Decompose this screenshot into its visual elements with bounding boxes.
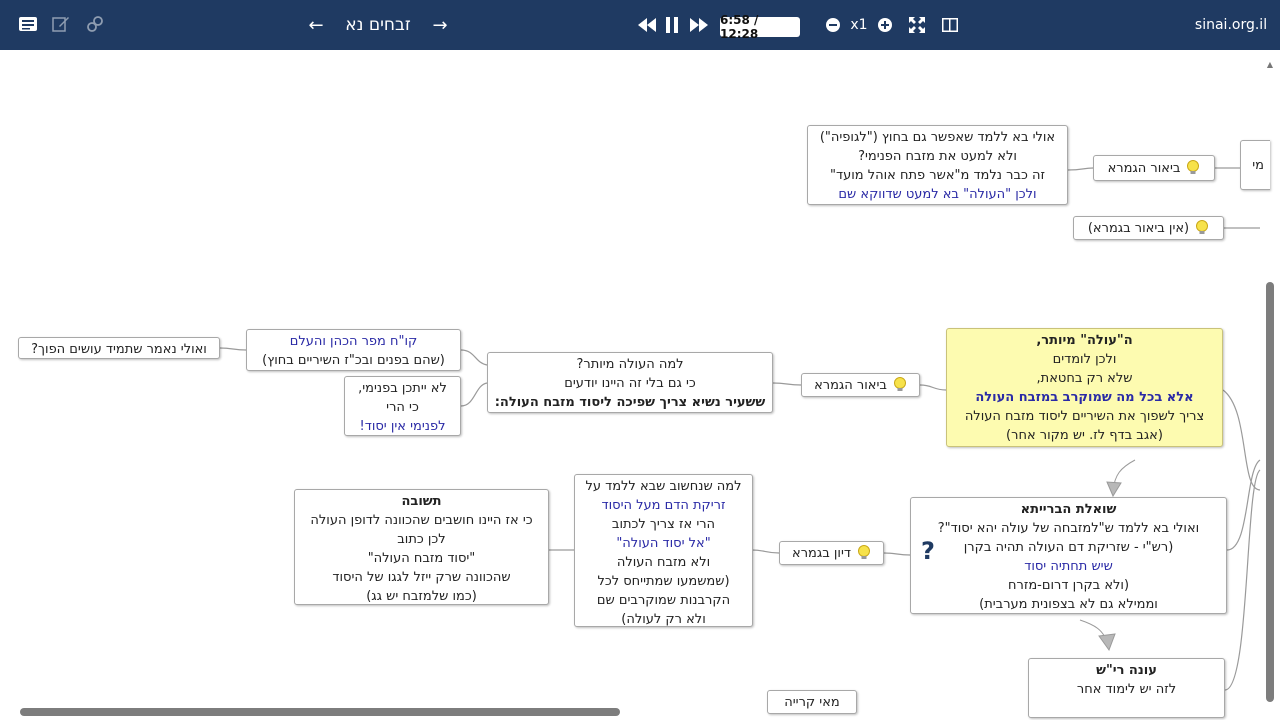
node-oulai-bachutz[interactable]: אולי בא ללמד שאפשר גם בחוץ ("לגופיה") ול… xyxy=(807,125,1068,205)
node-label: ביאור הגמרא xyxy=(1107,160,1181,176)
node-label: דיון בגמרא xyxy=(792,545,851,561)
horizontal-scrollbar[interactable] xyxy=(20,708,1260,716)
site-link[interactable]: sinai.org.il xyxy=(1195,14,1267,36)
lightbulb-icon xyxy=(1195,220,1209,236)
node-line: למה העולה מיותר? xyxy=(576,357,684,372)
node-teshuva[interactable]: תשובה כי אז היינו חושבים שהכוונה לדופן ה… xyxy=(294,489,549,605)
node-line: כי הרי xyxy=(386,400,419,415)
node-line: (שהם בפנים ובכ"ז השיריים בחוץ) xyxy=(262,353,445,368)
node-label: מי xyxy=(1252,157,1264,173)
scroll-up-icon[interactable]: ▲ xyxy=(1266,60,1274,70)
node-ein-biur[interactable]: (אין ביאור בגמרא) xyxy=(1073,216,1224,240)
node-label: ביאור הגמרא xyxy=(814,377,887,393)
node-line: שהכוונה שרק ייזל לגגו של היסוד xyxy=(332,570,511,585)
node-line: (שמשמעו שמתייחס לכל xyxy=(597,574,730,589)
node-line: וממילא גם לא בצפונית מערבית) xyxy=(979,597,1158,612)
node-line: זריקת הדם מעל היסוד xyxy=(601,498,726,513)
node-label: ואולי נאמר שתמיד עושים הפוך? xyxy=(31,342,207,357)
node-line: כי אז היינו חושבים שהכוונה לדופן העולה xyxy=(310,513,533,528)
node-line: לכן כתוב xyxy=(397,532,446,547)
node-line: "יסוד מזבח העולה" xyxy=(367,551,476,566)
top-toolbar: ← זבחים נא → 6:58 / 12:28 x1 sinai.org.i… xyxy=(0,0,1280,50)
fast-forward-icon[interactable] xyxy=(689,14,709,36)
node-kal-vachomer[interactable]: קו"ח מפר הכהן והעלם (שהם בפנים ובכ"ז השי… xyxy=(246,329,461,371)
node-line: כי גם בלי זה היינו יודעים xyxy=(564,376,696,391)
page-title: זבחים נא xyxy=(345,15,411,35)
pause-icon[interactable] xyxy=(662,14,682,36)
node-lama-haola[interactable]: למה העולה מיותר? כי גם בלי זה היינו יודע… xyxy=(487,352,773,413)
fullscreen-icon[interactable] xyxy=(907,14,927,36)
question-icon: ? xyxy=(921,537,935,565)
node-line: ולכן "העולה" בא למעט שדווקא שם xyxy=(838,187,1037,202)
node-line: לפנימי אין יסוד! xyxy=(359,419,446,434)
node-line: לא ייתכן בפנימי, xyxy=(358,381,447,396)
node-line: (אגב בדף לז. יש מקור אחר) xyxy=(1006,428,1163,443)
vertical-scroll-thumb[interactable] xyxy=(1266,282,1274,702)
node-line: שיש תחתיה יסוד xyxy=(1024,559,1113,574)
arrow-left-icon[interactable]: ← xyxy=(306,14,326,36)
rewind-icon[interactable] xyxy=(637,14,657,36)
node-line: אלא בכל מה שמוקרב במזבח העולה xyxy=(975,390,1194,405)
mindmap-canvas[interactable]: אולי בא ללמד שאפשר גם בחוץ ("לגופיה") ול… xyxy=(5,50,1275,720)
node-line: שלא רק בחטאת, xyxy=(1036,371,1133,386)
node-line: שואלת הברייתא xyxy=(1020,502,1117,517)
node-line: עונה רי"ש xyxy=(1096,663,1157,678)
node-line: למה שנחשוב שבא ללמד על xyxy=(585,479,742,494)
node-haola-meyutar[interactable]: ה"עולה" מיותר, ולכן לומדים שלא רק בחטאת,… xyxy=(946,328,1223,447)
node-line: הרי אז צריך לכתוב xyxy=(611,517,716,532)
node-line: קו"ח מפר הכהן והעלם xyxy=(289,334,418,349)
node-line: ששעיר נשיא צריך שפיכה ליסוד מזבח העולה: xyxy=(494,395,766,410)
edit-icon[interactable] xyxy=(51,14,71,34)
node-shoelet-habraita[interactable]: ? שואלת הברייתא ואולי בא ללמד ש"למזבחה ש… xyxy=(910,497,1227,614)
node-biur-hagemara-top[interactable]: ביאור הגמרא xyxy=(1093,155,1215,181)
horizontal-scroll-thumb[interactable] xyxy=(20,708,620,716)
speed-indicator: x1 xyxy=(850,17,868,33)
lightbulb-icon xyxy=(893,377,907,393)
zoom-in-icon[interactable] xyxy=(877,14,893,36)
node-line: לזה יש לימוד אחר xyxy=(1076,682,1177,697)
node-line: (ולא בקרן דרום-מזרח xyxy=(1007,578,1130,593)
node-line: ולא למעט את מזבח הפנימי? xyxy=(858,149,1017,164)
node-line: (רש"י - שזריקת דם העולה תהיה בקרן xyxy=(963,540,1174,555)
arrow-right-icon[interactable]: → xyxy=(430,14,450,36)
node-line: ולא רק לעולה) xyxy=(621,612,706,627)
link-icon[interactable] xyxy=(85,14,105,34)
node-line: הקרבנות שמוקרבים שם xyxy=(596,593,731,608)
node-lo-yitachen[interactable]: לא ייתכן בפנימי, כי הרי לפנימי אין יסוד! xyxy=(344,376,461,436)
node-biur-hagemara-mid[interactable]: ביאור הגמרא xyxy=(801,373,920,397)
vertical-scrollbar[interactable]: ▲ xyxy=(1266,60,1274,710)
node-line: אולי בא ללמד שאפשר גם בחוץ ("לגופיה") xyxy=(819,130,1056,145)
lightbulb-icon xyxy=(857,545,871,561)
node-line: ה"עולה" מיותר, xyxy=(1036,333,1133,348)
split-view-icon[interactable] xyxy=(940,14,960,36)
list-icon[interactable] xyxy=(18,14,38,34)
node-lama-shenachshov[interactable]: למה שנחשוב שבא ללמד על זריקת הדם מעל היס… xyxy=(574,474,753,627)
zoom-out-icon[interactable] xyxy=(825,14,841,36)
node-line: ולכן לומדים xyxy=(1052,352,1117,367)
lightbulb-icon xyxy=(1186,160,1200,176)
node-line: זה כבר נלמד מ"אשר פתח אוהל מועד" xyxy=(830,168,1045,183)
node-line: ואולי בא ללמד ש"למזבחה של עולה יהא יסוד"… xyxy=(937,521,1200,536)
node-line: צריך לשפוך את השיריים ליסוד מזבח העולה xyxy=(964,409,1205,424)
time-display: 6:58 / 12:28 xyxy=(720,13,800,41)
node-oulai-hafuch[interactable]: ואולי נאמר שתמיד עושים הפוך? xyxy=(18,337,220,359)
node-line: תשובה xyxy=(401,494,442,509)
node-diyun-bagemara[interactable]: דיון בגמרא xyxy=(779,541,884,565)
node-line: "אל יסוד העולה" xyxy=(616,536,711,551)
node-line: ולא מזבח העולה xyxy=(616,555,711,570)
node-label: (אין ביאור בגמרא) xyxy=(1087,220,1190,236)
node-line: (כמו שלמזבח יש גג) xyxy=(366,589,477,604)
